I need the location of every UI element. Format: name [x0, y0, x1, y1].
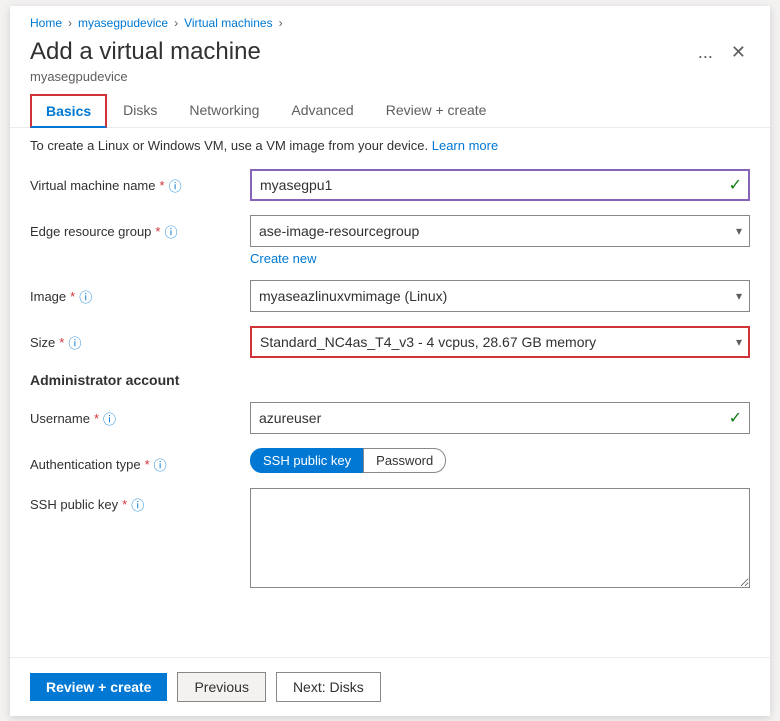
ssh-key-info-icon[interactable]: ⓘ [131, 495, 144, 514]
username-row: Username * ⓘ ✓ [30, 402, 750, 434]
previous-button[interactable]: Previous [177, 672, 265, 702]
edge-rg-control: ase-image-resourcegroup ▾ Create new [250, 215, 750, 266]
ssh-key-control [250, 488, 750, 591]
ssh-key-required: * [122, 497, 127, 512]
image-select[interactable]: myaseazlinuxvmimage (Linux) [250, 280, 750, 312]
panel-header: Add a virtual machine ... ✕ [10, 34, 770, 69]
size-row: Size * ⓘ Standard_NC4as_T4_v3 - 4 vcpus,… [30, 326, 750, 358]
auth-type-label: Authentication type * ⓘ [30, 448, 250, 474]
vm-name-control: ✓ [250, 169, 750, 201]
tab-bar: Basics Disks Networking Advanced Review … [10, 94, 770, 128]
image-label: Image * ⓘ [30, 280, 250, 306]
tab-disks[interactable]: Disks [107, 94, 173, 128]
auth-type-toggle: SSH public key Password [250, 448, 750, 473]
username-info-icon[interactable]: ⓘ [103, 409, 116, 428]
info-bar: To create a Linux or Windows VM, use a V… [10, 128, 770, 163]
panel-subtitle: myasegpudevice [10, 69, 770, 94]
add-vm-panel: Home › myasegpudevice › Virtual machines… [10, 6, 770, 716]
close-icon[interactable]: ✕ [727, 38, 750, 67]
ssh-key-textarea[interactable] [250, 488, 750, 588]
edge-rg-required: * [155, 224, 160, 239]
image-control: myaseazlinuxvmimage (Linux) ▾ [250, 280, 750, 312]
tab-advanced[interactable]: Advanced [275, 94, 369, 128]
more-icon[interactable]: ... [694, 38, 717, 67]
tab-review-create[interactable]: Review + create [370, 94, 503, 128]
breadcrumb-device[interactable]: myasegpudevice [78, 16, 168, 30]
size-label: Size * ⓘ [30, 326, 250, 352]
size-select[interactable]: Standard_NC4as_T4_v3 - 4 vcpus, 28.67 GB… [250, 326, 750, 358]
username-control: ✓ [250, 402, 750, 434]
form-section: Virtual machine name * ⓘ ✓ Edge resource… [10, 163, 770, 657]
auth-type-info-icon[interactable]: ⓘ [154, 455, 167, 474]
ssh-key-label: SSH public key * ⓘ [30, 488, 250, 514]
footer: Review + create Previous Next: Disks [10, 657, 770, 716]
learn-more-link[interactable]: Learn more [432, 138, 498, 153]
size-required: * [59, 335, 64, 350]
breadcrumb-home[interactable]: Home [30, 16, 62, 30]
breadcrumb: Home › myasegpudevice › Virtual machines… [10, 6, 770, 34]
tab-networking[interactable]: Networking [173, 94, 275, 128]
auth-type-control: SSH public key Password [250, 448, 750, 473]
next-disks-button[interactable]: Next: Disks [276, 672, 381, 702]
info-text: To create a Linux or Windows VM, use a V… [30, 138, 428, 153]
auth-type-required: * [145, 457, 150, 472]
review-create-button[interactable]: Review + create [30, 673, 167, 701]
image-row: Image * ⓘ myaseazlinuxvmimage (Linux) ▾ [30, 280, 750, 312]
ssh-key-row: SSH public key * ⓘ [30, 488, 750, 591]
username-required: * [94, 411, 99, 426]
vm-name-label: Virtual machine name * ⓘ [30, 169, 250, 195]
tab-basics[interactable]: Basics [30, 94, 107, 128]
edge-rg-select[interactable]: ase-image-resourcegroup [250, 215, 750, 247]
edge-rg-row: Edge resource group * ⓘ ase-image-resour… [30, 215, 750, 266]
edge-rg-label: Edge resource group * ⓘ [30, 215, 250, 241]
create-new-link[interactable]: Create new [250, 251, 316, 266]
size-select-wrap: Standard_NC4as_T4_v3 - 4 vcpus, 28.67 GB… [250, 326, 750, 358]
edge-rg-info-icon[interactable]: ⓘ [164, 222, 177, 241]
image-info-icon[interactable]: ⓘ [79, 287, 92, 306]
vm-name-input[interactable] [250, 169, 750, 201]
size-control: Standard_NC4as_T4_v3 - 4 vcpus, 28.67 GB… [250, 326, 750, 358]
vm-name-check-icon: ✓ [729, 175, 742, 195]
vm-name-required: * [160, 178, 165, 193]
vm-name-info-icon[interactable]: ⓘ [169, 176, 182, 195]
image-select-wrap: myaseazlinuxvmimage (Linux) ▾ [250, 280, 750, 312]
breadcrumb-vms[interactable]: Virtual machines [184, 16, 273, 30]
edge-rg-select-wrap: ase-image-resourcegroup ▾ [250, 215, 750, 247]
auth-password-button[interactable]: Password [363, 448, 446, 473]
username-input[interactable] [250, 402, 750, 434]
username-label: Username * ⓘ [30, 402, 250, 428]
username-check-icon: ✓ [729, 408, 742, 428]
page-title: Add a virtual machine [30, 38, 684, 66]
vm-name-row: Virtual machine name * ⓘ ✓ [30, 169, 750, 201]
auth-type-row: Authentication type * ⓘ SSH public key P… [30, 448, 750, 474]
auth-ssh-button[interactable]: SSH public key [250, 448, 364, 473]
admin-section-heading: Administrator account [30, 372, 750, 388]
size-info-icon[interactable]: ⓘ [68, 333, 81, 352]
image-required: * [70, 289, 75, 304]
